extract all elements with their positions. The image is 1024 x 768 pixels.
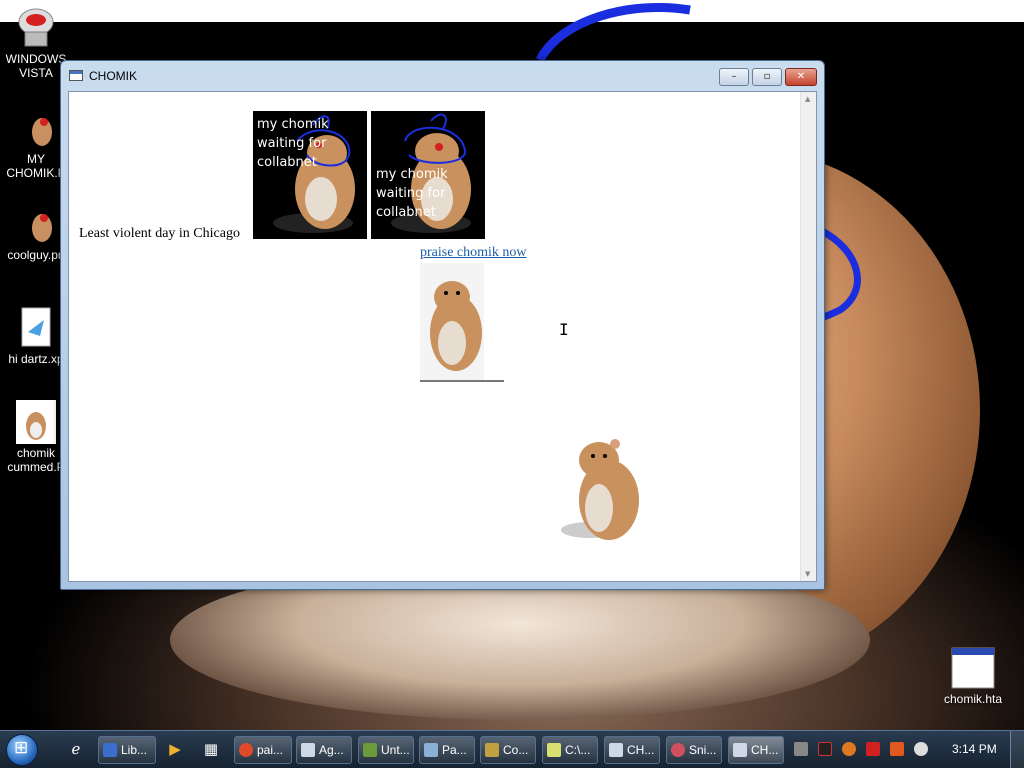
image-file-icon <box>16 400 56 444</box>
taskbar-item-label: Pa... <box>442 743 467 757</box>
taskbar-item-label: Unt... <box>381 743 410 757</box>
taskbar-clock[interactable]: 3:14 PM <box>952 742 997 756</box>
chrome-icon <box>239 743 253 757</box>
image-2-text: my chomik waiting for collabnet <box>376 167 448 220</box>
praise-chomik-link[interactable]: praise chomik now <box>420 245 527 261</box>
window-icon <box>609 743 623 757</box>
desktop-icon-label: MY CHOMIK.P <box>6 152 66 180</box>
taskbar-item-untitled[interactable]: Unt... <box>358 736 414 764</box>
taskbar-item-label: Ag... <box>319 743 344 757</box>
desktop-icon-windows-vista[interactable]: WINDOWS VISTA <box>4 6 68 80</box>
tray-flag-icon[interactable] <box>866 742 880 756</box>
taskbar-item-label: CH... <box>751 743 779 757</box>
window-titlebar[interactable]: CHOMIK – ▫ ✕ <box>61 61 824 91</box>
taskbar-item-libraries[interactable]: Lib... <box>98 736 156 764</box>
desktop-icon-label: hi dartz.xp <box>8 352 64 366</box>
start-button[interactable] <box>6 734 38 766</box>
palette-icon <box>424 743 438 757</box>
image-file-icon <box>16 202 56 246</box>
desktop-icon-label: coolguy.pn <box>7 248 65 262</box>
chomik-window[interactable]: CHOMIK – ▫ ✕ Least violent day in Chicag… <box>60 60 825 590</box>
scroll-down-icon[interactable]: ▼ <box>805 570 810 578</box>
paint-icon <box>363 743 377 757</box>
libraries-icon <box>103 743 117 757</box>
tray-battery-icon[interactable] <box>890 742 904 756</box>
taskbar-item-label: CH... <box>627 743 655 757</box>
taskbar-item-label: Lib... <box>121 743 148 757</box>
chomik-image-2: my chomik waiting for collabnet <box>371 111 485 239</box>
desktop-icon-label: chomik cummed.P <box>7 446 65 474</box>
maximize-button[interactable]: ▫ <box>752 68 782 86</box>
image-file-icon <box>16 106 56 150</box>
taskbar-item-chomik-2[interactable]: CH... <box>728 736 784 764</box>
window-icon <box>733 743 747 757</box>
taskbar-item-label: pai... <box>257 743 284 757</box>
window-title: CHOMIK <box>89 69 137 83</box>
praise-chomik-image[interactable] <box>420 263 504 382</box>
taskbar-item-label: Sni... <box>689 743 717 757</box>
taskbar-item-ag[interactable]: Ag... <box>296 736 352 764</box>
show-desktop-button[interactable] <box>1010 731 1024 768</box>
text-cursor-icon: I <box>559 320 569 339</box>
taskbar: ℯ Lib... ▶ ▦ pai... Ag... Unt... Pa... C… <box>0 730 1024 768</box>
media-player-icon[interactable]: ▶ <box>165 739 185 759</box>
window-icon <box>301 743 315 757</box>
desktop-icon-chomik-cummed[interactable]: chomik cummed.P <box>4 400 68 474</box>
vertical-scrollbar[interactable]: ▲ ▼ <box>800 92 816 581</box>
desktop-icon-chomik-hta[interactable]: chomik.hta <box>940 646 1006 706</box>
desktop-icon-label: chomik.hta <box>943 692 1003 706</box>
vista-logo-icon <box>16 6 56 50</box>
notepad-icon <box>547 743 561 757</box>
image-1-text: my chomik waiting for collabnet <box>257 117 329 170</box>
window-content: Least violent day in Chicago my chomik w… <box>68 91 817 582</box>
scroll-up-icon[interactable]: ▲ <box>805 95 810 103</box>
taskbar-item-paint[interactable]: Pa... <box>419 736 475 764</box>
hamster-image <box>559 436 649 546</box>
hta-file-icon <box>950 646 996 690</box>
chomik-image-1: my chomik waiting for collabnet <box>253 111 367 239</box>
desktop-icon-label: WINDOWS VISTA <box>5 52 67 80</box>
page-caption: Least violent day in Chicago <box>79 226 240 241</box>
tray-app-icon[interactable] <box>794 742 808 756</box>
document-file-icon <box>16 306 56 350</box>
control-panel-icon <box>485 743 499 757</box>
desktop-icon-my-chomik[interactable]: MY CHOMIK.P <box>4 106 68 180</box>
tray-check-icon[interactable] <box>818 742 832 756</box>
taskbar-item-chomik-1[interactable]: CH... <box>604 736 660 764</box>
tray-search-icon[interactable] <box>842 742 856 756</box>
minimize-button[interactable]: – <box>719 68 749 86</box>
taskbar-item-chrome[interactable]: pai... <box>234 736 292 764</box>
window-app-icon <box>69 70 83 81</box>
taskbar-item-label: Co... <box>503 743 529 757</box>
taskbar-item-label: C:\... <box>565 743 591 757</box>
calculator-icon[interactable]: ▦ <box>201 739 221 759</box>
snipping-tool-icon <box>671 743 685 757</box>
tray-volume-icon[interactable] <box>914 742 928 756</box>
desktop-icon-coolguy[interactable]: coolguy.pn <box>4 202 68 262</box>
desktop-icon-hi-dartz[interactable]: hi dartz.xp <box>4 306 68 366</box>
internet-explorer-icon[interactable]: ℯ <box>66 739 86 759</box>
close-button[interactable]: ✕ <box>785 68 817 86</box>
taskbar-item-c-drive[interactable]: C:\... <box>542 736 598 764</box>
taskbar-item-co[interactable]: Co... <box>480 736 536 764</box>
taskbar-item-snipping[interactable]: Sni... <box>666 736 722 764</box>
